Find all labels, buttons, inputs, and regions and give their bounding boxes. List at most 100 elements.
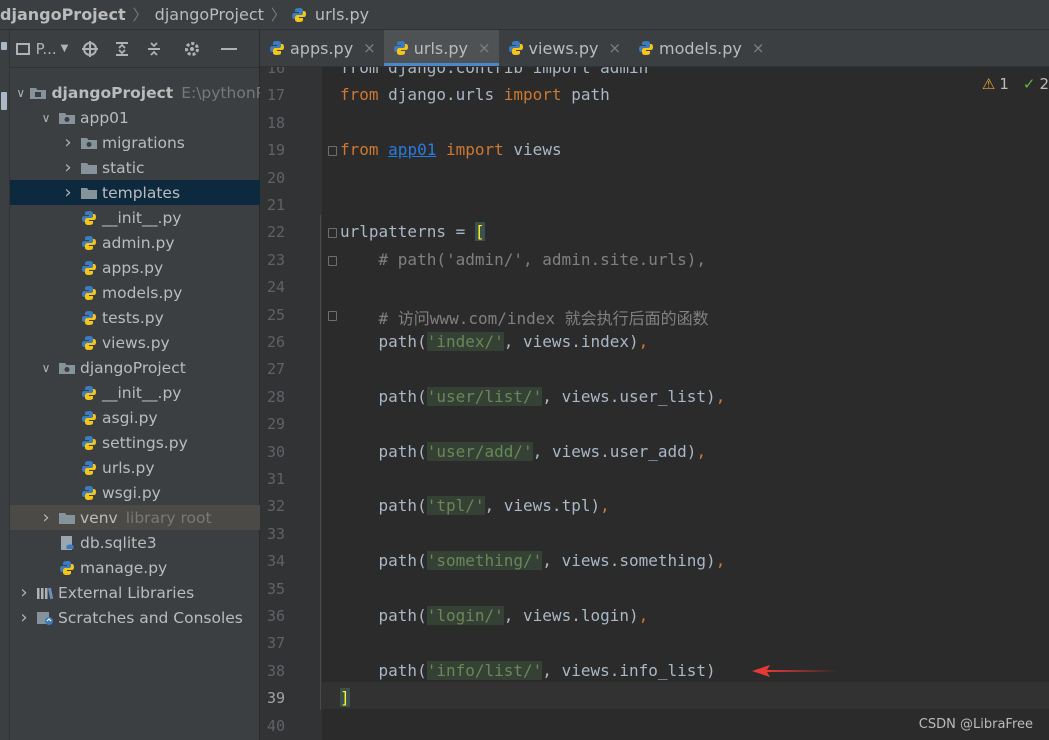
fold-marker-icon[interactable] <box>328 146 337 157</box>
tree-item-label: Scratches and Consoles <box>58 608 243 627</box>
line-number: 23 <box>266 250 285 269</box>
chevron-right-icon[interactable]: › <box>60 182 76 203</box>
line-number: 29 <box>266 415 285 434</box>
code-token: from <box>340 140 379 160</box>
code-token: path( <box>340 551 427 571</box>
locate-file-icon[interactable] <box>74 37 106 61</box>
python-file-icon <box>80 409 98 427</box>
code-line: from django.contrib import admin <box>340 67 648 77</box>
breadcrumb-chevron-icon: 〉 <box>132 6 148 24</box>
fold-marker-icon[interactable] <box>328 255 337 266</box>
expand-all-icon[interactable] <box>106 37 138 61</box>
code-line: path('something/', views.something), <box>340 551 725 571</box>
tree-item[interactable]: db.sqlite3 <box>10 530 287 555</box>
tree-item-label: static <box>102 158 145 177</box>
chevron-right-icon[interactable]: › <box>60 132 76 153</box>
collapse-all-icon[interactable] <box>138 37 170 61</box>
breadcrumb-package[interactable]: djangoProject <box>152 5 267 24</box>
tree-item[interactable]: ∨ djangoProject <box>10 355 287 380</box>
tree-item[interactable]: › External Libraries <box>10 580 265 605</box>
inspection-widget[interactable]: ⚠ 1 ✓ 2 <box>982 75 1049 93</box>
line-number: 27 <box>266 360 285 379</box>
chevron-right-icon[interactable]: › <box>60 157 76 178</box>
editor-tab[interactable]: models.py × <box>629 30 772 66</box>
close-icon[interactable]: × <box>752 39 765 57</box>
libraries-icon <box>36 584 54 602</box>
project-tool-window-icon[interactable] <box>1 42 7 50</box>
code-token: import <box>445 140 504 160</box>
line-number: 37 <box>266 634 285 653</box>
close-icon[interactable]: × <box>363 39 376 57</box>
tree-item-label: migrations <box>102 133 185 152</box>
code-line: # 访问www.com/index 就会执行后面的函数 <box>340 305 709 329</box>
chevron-right-icon[interactable]: › <box>16 607 32 628</box>
editor-tab[interactable]: urls.py × <box>383 30 499 66</box>
hide-panel-icon[interactable] <box>214 37 244 61</box>
line-number: 20 <box>266 168 285 187</box>
code-token: from django.contrib import admin <box>340 67 649 77</box>
database-file-icon <box>58 534 76 552</box>
close-icon[interactable]: × <box>608 39 621 57</box>
tree-item-label: tests.py <box>102 308 164 327</box>
editor-tab[interactable]: apps.py × <box>260 30 384 66</box>
folder-icon <box>58 509 76 527</box>
line-number: 39 <box>266 689 285 708</box>
close-icon[interactable]: × <box>478 39 491 57</box>
line-number: 30 <box>266 442 285 461</box>
indent-guide <box>320 215 321 710</box>
chevron-down-icon[interactable]: ∨ <box>38 360 54 376</box>
warning-count: 1 <box>999 75 1009 93</box>
code-token: , views.user_list) <box>542 386 716 406</box>
tree-item[interactable]: manage.py <box>10 555 287 580</box>
code-line: path('info/list/', views.info_list) <box>340 660 716 680</box>
code-line: ] <box>340 688 350 708</box>
fold-marker-icon[interactable] <box>328 310 337 321</box>
editor-tabs: apps.py × urls.py × views.py × models.py × <box>260 30 1049 67</box>
code-token: , <box>715 386 726 406</box>
project-view-selector[interactable]: P... ▼ <box>10 37 74 61</box>
tree-item[interactable]: › Scratches and Consoles <box>10 605 265 630</box>
code-line: # path('admin/', admin.site.urls), <box>340 250 707 269</box>
tree-item-label: manage.py <box>80 558 168 577</box>
line-number: 16 <box>266 67 285 77</box>
code-line: path('tpl/', views.tpl), <box>340 496 610 516</box>
code-token: , views.user_add) <box>532 441 697 461</box>
code-token[interactable]: app01 <box>388 140 436 159</box>
tool-window-marker-icon[interactable] <box>1 92 7 110</box>
editor-tab[interactable]: views.py × <box>499 30 629 66</box>
code-token: , <box>600 496 610 516</box>
project-view-label: P... <box>35 39 57 58</box>
tree-item[interactable]: ∨ djangoProject E:\pythonP <box>10 80 265 105</box>
fold-marker-icon[interactable] <box>328 228 337 239</box>
breadcrumb-file[interactable]: urls.py <box>312 5 372 24</box>
chevron-right-icon[interactable]: › <box>38 507 54 528</box>
settings-gear-icon[interactable] <box>170 37 214 61</box>
python-file-icon <box>80 209 98 227</box>
check-icon: ✓ <box>1022 75 1036 93</box>
tree-item-label: djangoProject <box>80 358 186 377</box>
tree-item-label: apps.py <box>102 258 164 277</box>
code-token: 'info/list/' <box>426 660 543 680</box>
tree-item-label: views.py <box>102 333 170 352</box>
chevron-down-icon[interactable]: ∨ <box>38 110 54 126</box>
module-folder-icon <box>29 84 47 102</box>
line-number: 35 <box>266 579 285 598</box>
breadcrumb-project[interactable]: djangoProject <box>0 5 129 24</box>
chevron-right-icon[interactable]: › <box>16 582 32 603</box>
tree-item[interactable]: › venv library root <box>10 505 287 530</box>
line-number: 19 <box>266 141 285 160</box>
tree-item[interactable]: ∨ app01 <box>10 105 287 130</box>
red-arrow-annotation-icon <box>752 665 838 677</box>
chevron-down-icon[interactable]: ∨ <box>16 85 25 101</box>
code-editor[interactable]: 16 17 18 19 20 21 22 23 24 25 26 27 28 29 30 31 32 33 34 35… <box>260 67 1049 740</box>
folder-icon <box>80 184 98 202</box>
python-file-icon <box>637 39 655 57</box>
python-file-icon <box>392 39 410 57</box>
line-number: 17 <box>266 86 285 105</box>
